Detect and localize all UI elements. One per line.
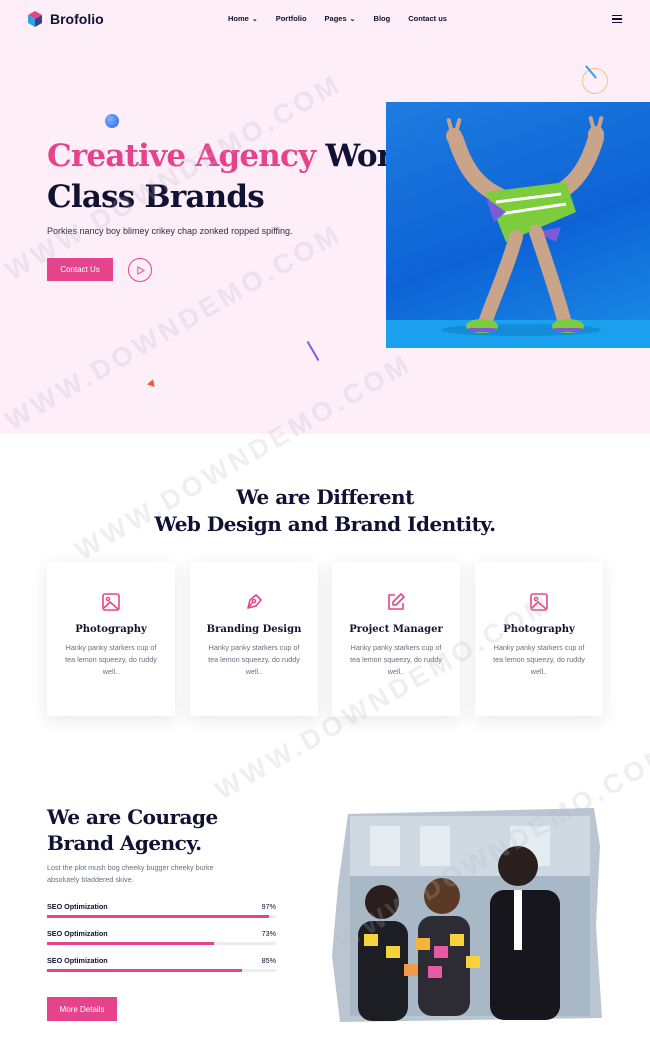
skill-label: SEO Optimization (47, 929, 108, 938)
chevron-down-icon: ⌄ (251, 15, 258, 23)
skill-track (47, 969, 276, 972)
nav-item-contact[interactable]: Contact us (408, 14, 447, 23)
service-card-desc: Hanky panky starkers cup of tea lemon sq… (350, 643, 442, 676)
nav-item-pages[interactable]: Pages ⌄ (325, 14, 356, 23)
nav-label: Portfolio (275, 14, 307, 23)
nav-label: Contact us (408, 14, 447, 23)
services-title: We are Different Web Design and Brand Id… (0, 484, 650, 538)
edit-icon (388, 593, 405, 610)
circle-decoration (582, 68, 608, 94)
hero-title: Creative Agency World Class Brands (47, 136, 427, 218)
services-title-line2: Web Design and Brand Identity. (154, 512, 496, 536)
skill-value: 73% (261, 929, 276, 938)
skill-value: 85% (261, 956, 276, 965)
nav-item-blog[interactable]: Blog (374, 14, 391, 23)
nav-item-home[interactable]: Home ⌄ (228, 14, 258, 23)
cube-logo-icon (28, 11, 42, 27)
service-card[interactable]: Photography Hanky panky starkers cup of … (47, 562, 175, 716)
hero-subtitle: Porkies nancy boy blimey crikey chap zon… (47, 226, 293, 236)
about-title-line1: We are Courage (47, 805, 218, 829)
more-details-button[interactable]: More Details (47, 997, 117, 1021)
service-card[interactable]: Branding Design Hanky panky starkers cup… (190, 562, 318, 716)
nav-item-portfolio[interactable]: Portfolio (276, 14, 307, 23)
brand-name: Brofolio (50, 11, 104, 27)
hamburger-icon[interactable] (612, 15, 622, 24)
brand-logo[interactable]: Brofolio (26, 10, 104, 28)
image-icon (530, 593, 548, 611)
skill-track (47, 915, 276, 918)
service-card-title: Project Manager (349, 624, 443, 635)
play-icon (136, 265, 145, 275)
skill-label: SEO Optimization (47, 956, 108, 965)
blue-dot-decoration (105, 114, 119, 128)
skill-value: 97% (261, 902, 276, 911)
team-photo-illustration (332, 808, 602, 1022)
team-photo (330, 806, 604, 1024)
service-card-title: Photography (503, 624, 575, 635)
skill-track (47, 942, 276, 945)
skill-label: SEO Optimization (47, 902, 108, 911)
nav-label: Pages (324, 14, 347, 23)
skill-fill (47, 942, 215, 945)
character-illustration (386, 116, 650, 348)
skill-fill (47, 915, 270, 918)
about-subtitle: Lost the plot mush bog cheeky bugger che… (47, 863, 214, 884)
about-title: We are Courage Brand Agency. (47, 804, 218, 856)
hero-title-highlight: Creative Agency (47, 138, 316, 174)
skill-fill (47, 969, 242, 972)
nav-label: Home (228, 14, 249, 23)
nav-label: Blog (373, 14, 391, 23)
service-card[interactable]: Photography Hanky panky starkers cup of … (475, 562, 603, 716)
service-card-desc: Hanky panky starkers cup of tea lemon sq… (65, 643, 157, 676)
about-title-line2: Brand Agency. (47, 831, 202, 855)
top-navbar: Brofolio Home ⌄ Portfolio Pages ⌄ Blog Con… (0, 0, 650, 40)
service-card-title: Photography (75, 624, 147, 635)
services-title-line1: We are Different (236, 485, 414, 509)
skill-bar: SEO Optimization 97% (47, 902, 276, 922)
hero-title-line2: Class Brands (47, 179, 265, 215)
pen-tool-icon (247, 594, 262, 609)
skill-bar: SEO Optimization 73% (47, 929, 276, 949)
image-icon (102, 593, 120, 611)
play-video-button[interactable] (128, 258, 152, 282)
service-card-title: Branding Design (206, 624, 302, 635)
triangle-decoration (147, 377, 157, 388)
service-card-desc: Hanky panky starkers cup of tea lemon sq… (493, 643, 585, 676)
chevron-down-icon: ⌄ (349, 15, 356, 23)
skill-bar: SEO Optimization 85% (47, 956, 276, 976)
service-card-desc: Hanky panky starkers cup of tea lemon sq… (208, 643, 300, 676)
main-menu: Home ⌄ Portfolio Pages ⌄ Blog Contact us (228, 14, 447, 23)
stroke-decoration (306, 340, 320, 362)
contact-us-button[interactable]: Contact Us (47, 258, 113, 281)
hero-illustration (386, 102, 650, 348)
service-card[interactable]: Project Manager Hanky panky starkers cup… (332, 562, 460, 716)
hero-section: Brofolio Home ⌄ Portfolio Pages ⌄ Blog Con… (0, 0, 650, 434)
